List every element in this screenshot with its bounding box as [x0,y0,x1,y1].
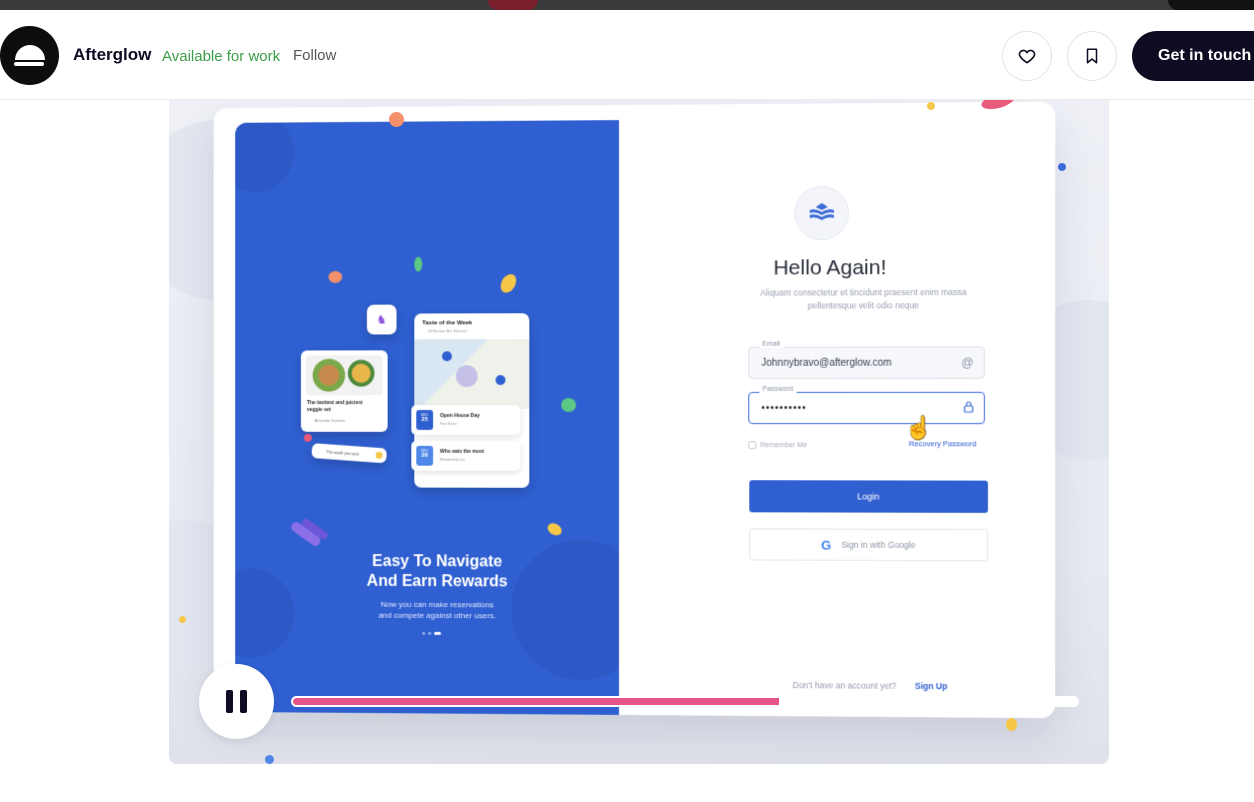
confetti [1058,163,1066,171]
subline-line: and compete against other users. [378,610,496,621]
event-item: DEC 25 Open House Day Free Event [411,405,521,435]
bookmark-icon [1086,48,1098,64]
remember-me-checkbox[interactable]: Remember Me [748,441,807,450]
food-author: Alexander Kaufman [314,418,345,423]
email-value: Johnnybravo@afterglow.com [761,357,892,369]
follow-button[interactable]: Follow [293,47,336,64]
login-title: Hello Again! [773,256,887,280]
event-sub: Free Event [440,421,457,426]
page-dot [422,631,426,635]
chip-card: This week you won [311,443,388,464]
google-signin-label: Sign in with Google [841,539,916,550]
at-icon: @ [961,355,974,370]
event-day: 25 [421,416,428,423]
confetti [545,520,564,538]
no-account-text: Don't have an account yet? [792,680,897,691]
confetti [179,616,186,623]
top-strip [0,0,1254,10]
map-pin [442,351,452,362]
hand-cursor-icon: ☝ [904,415,933,441]
login-button[interactable]: Login [749,480,988,513]
app-logo [794,185,850,241]
remember-label: Remember Me [760,441,807,449]
brand-name[interactable]: Afterglow [73,45,151,65]
confetti [265,755,274,764]
password-label: Password [759,385,797,393]
headline-line: And Earn Rewards [366,572,508,591]
event-title: Open House Day [440,412,480,419]
progress-fill [293,698,780,705]
headline-line: Easy To Navigate [372,553,503,571]
confetti [561,398,577,412]
event-day: 26 [421,452,428,459]
food-image [305,355,383,396]
event-date: DEC 25 [416,410,434,430]
chip-text: This week you won [325,449,360,457]
shot-header: Afterglow Available for work Follow Get … [0,10,1254,100]
login-description: Aliquam consectetur et tincidunt praesen… [760,286,967,311]
onboarding-subline: Now you can make reservations and compet… [328,599,546,622]
pause-icon-bar [240,690,247,713]
mockup-card: The tastiest and juiciest veggie set Ale… [213,101,1056,719]
unicorn-icon: ♞ [376,312,388,327]
email-label: Email [759,340,784,348]
shot-media[interactable]: The tastiest and juiciest veggie set Ale… [169,100,1109,764]
event-sub: Membership fee [440,457,465,462]
logo-mark [14,45,45,60]
map-pin [495,375,506,386]
app-logo-tile: ♞ [366,304,397,335]
signup-link[interactable]: Sign Up [915,681,948,691]
card-title: Taste of the Week [422,320,473,327]
panel-shape [235,568,295,658]
event-item: DEC 26 Who eats the most Membership fee [411,440,521,471]
password-field[interactable]: Password •••••••••• [748,385,985,425]
map-radius [455,365,478,388]
pagination-dots [422,631,442,635]
events-card: Taste of the Week 66 Elevator Bst, Montr… [411,313,530,488]
save-button[interactable] [1067,31,1117,81]
password-value: •••••••••• [761,402,807,415]
event-title: Who eats the most [440,448,485,455]
confetti [927,102,935,110]
google-icon: G [821,537,832,553]
onboarding-panel: The tastiest and juiciest veggie set Ale… [235,120,620,715]
event-date: DEC 26 [416,445,434,466]
confetti [328,271,343,283]
video-progress-bar[interactable] [291,696,1079,707]
food-title: The tastiest and juiciest veggie set [306,400,363,413]
page-dot [428,631,432,635]
food-card: The tastiest and juiciest veggie set Ale… [300,350,388,432]
strip-decoration [1168,0,1254,10]
confetti [414,256,423,272]
confetti [303,433,312,442]
onboarding-headline: Easy To Navigate And Earn Rewards [328,552,546,593]
confetti [497,271,520,296]
page-dot-active [434,631,442,635]
heart-icon [1018,49,1036,64]
confetti [1006,718,1017,731]
confetti [389,112,404,127]
card-address: 66 Elevator Bst, Montreal [428,329,468,334]
pause-button[interactable] [199,664,274,739]
book-logo-icon [809,202,834,221]
panel-shape [235,120,295,193]
strip-decoration [488,0,538,10]
chip-badge [375,451,383,460]
pause-icon-bar [226,690,233,713]
get-in-touch-button[interactable]: Get in touch [1132,31,1254,81]
email-field[interactable]: Email Johnnybravo@afterglow.com @ [748,340,985,379]
google-signin-button[interactable]: G Sign in with Google [749,528,988,562]
lock-icon [964,401,974,416]
avatar[interactable] [0,26,59,85]
checkbox-box[interactable] [748,441,757,450]
availability-badge[interactable]: Available for work [162,48,280,65]
logo-mark-bar [14,62,44,66]
map [414,339,530,410]
like-button[interactable] [1002,31,1052,81]
